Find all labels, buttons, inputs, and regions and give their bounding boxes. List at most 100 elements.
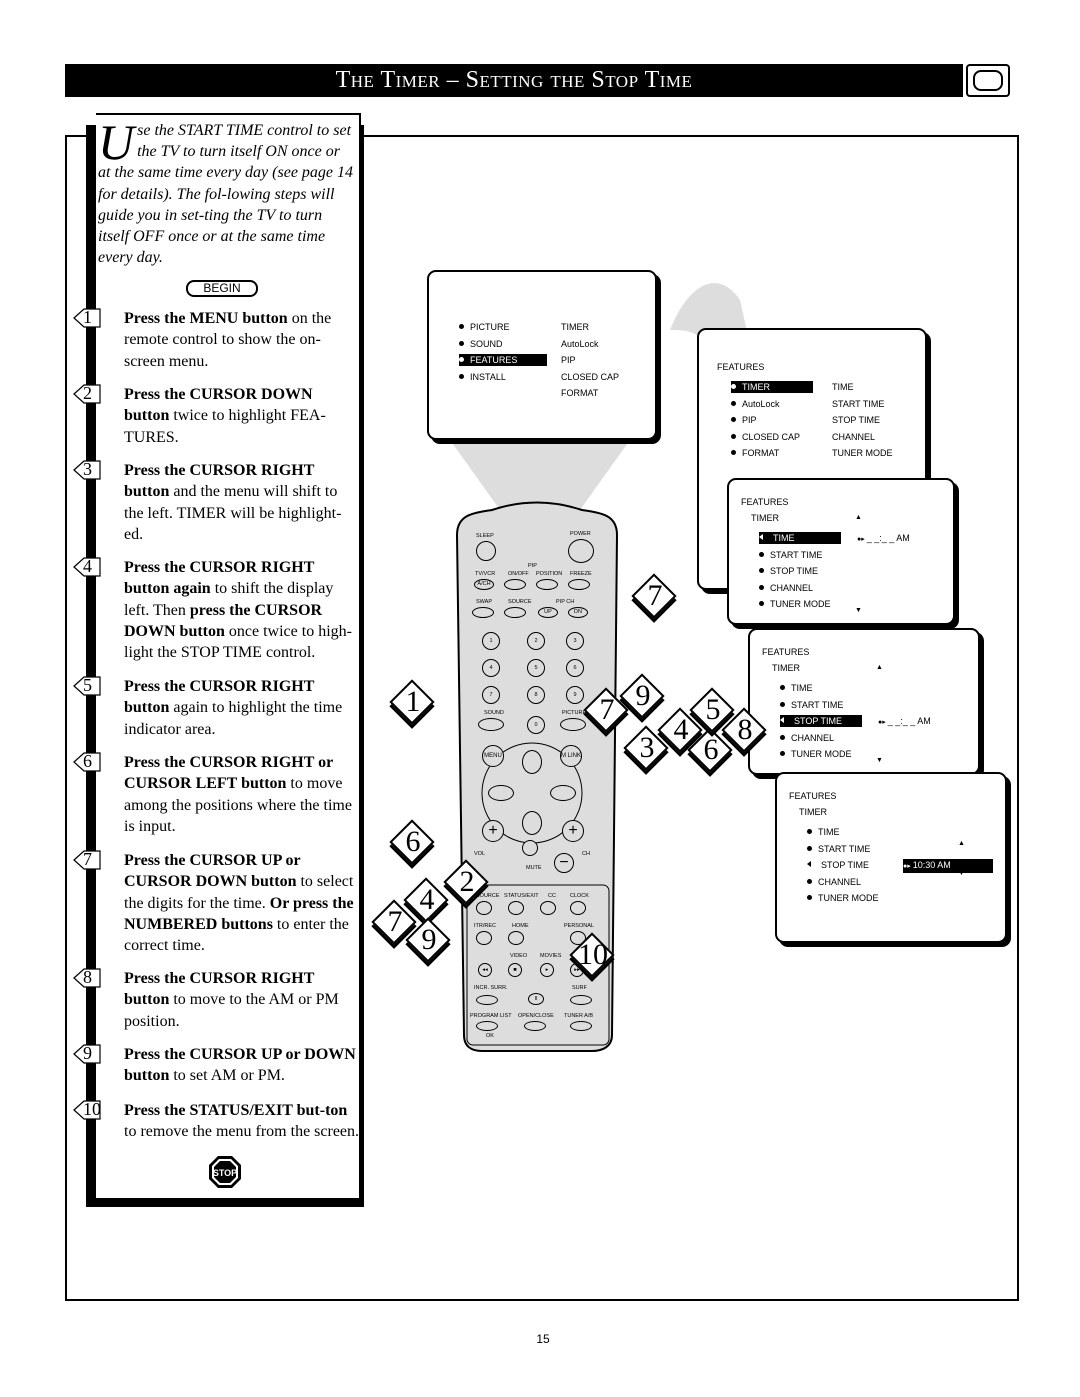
menu-item-start-time[interactable]: START TIME	[759, 549, 822, 561]
rewind-button[interactable]: ◂◂	[478, 963, 492, 977]
digit-5-button[interactable]: 5	[527, 659, 545, 677]
digit-3-button[interactable]: 3	[566, 632, 584, 650]
cursor-left-button[interactable]	[488, 785, 514, 801]
ch-up-button[interactable]: +	[562, 820, 584, 842]
bullet-icon	[731, 450, 736, 455]
remote-label-freeze: FREEZE	[570, 571, 592, 577]
surf-button[interactable]	[570, 995, 592, 1005]
incr-surr-button[interactable]	[476, 995, 498, 1005]
menu-item-stop-time[interactable]: STOP TIME	[759, 565, 818, 577]
ch-down-button[interactable]: −	[554, 853, 574, 873]
dot-arrow-icon: ●▸	[878, 719, 888, 726]
menu-item-autolock[interactable]: AutoLock	[731, 398, 780, 410]
digit-8-button[interactable]: 8	[527, 686, 545, 704]
menu-item-channel[interactable]: CHANNEL	[780, 732, 834, 744]
menu-item-start-time-label: START TIME	[770, 549, 823, 560]
menu-item-features[interactable]: FEATURES	[459, 354, 547, 366]
freeze-button[interactable]	[568, 579, 590, 590]
remote-label-vol: VOL	[474, 851, 486, 857]
step-callout: 8	[721, 707, 767, 753]
menu-item-time[interactable]: TIME	[807, 826, 840, 838]
tvvcr-button[interactable]: A/CH	[474, 579, 494, 590]
sound-button[interactable]	[478, 718, 504, 731]
pip-ch-up-button[interactable]: UP	[538, 607, 558, 618]
menu-item-tuner-mode[interactable]: TUNER MODE	[780, 748, 852, 760]
submenu-preview-item: AutoLock	[561, 338, 599, 349]
time-value[interactable]: ●▸ _ _:_ _ AM	[878, 715, 931, 729]
menu-item-stop-time-label: STOP TIME	[770, 566, 819, 576]
menu-item-tuner-mode[interactable]: TUNER MODE	[807, 892, 879, 904]
cc-button[interactable]	[540, 901, 556, 915]
digit-6-button[interactable]: 6	[566, 659, 584, 677]
menu-item-picture[interactable]: PICTURE	[459, 321, 510, 333]
status-exit-button[interactable]	[508, 901, 524, 915]
pip-onoff-button[interactable]	[504, 579, 526, 590]
down-arrow-icon: ▼	[855, 607, 862, 614]
menu-button[interactable]: MENU	[482, 745, 504, 767]
submenu-preview-item: STOP TIME	[832, 415, 881, 425]
menu-item-pip[interactable]: PIP	[731, 414, 757, 426]
time-value[interactable]: ●▸ _ _:_ _ AM	[857, 532, 910, 546]
timer2-menu: FEATURES TIMER TIME START TIME STOP TIME ●▸ _…	[748, 628, 980, 775]
pip-position-button[interactable]	[536, 579, 558, 590]
digit-0-button[interactable]: 0	[527, 716, 545, 734]
step-number: 4	[72, 556, 101, 578]
power-button[interactable]	[568, 539, 594, 563]
intro-body: se the START TIME control to set the TV …	[98, 122, 354, 267]
menu-item-timer[interactable]: TIMER	[731, 381, 813, 393]
menu-item-tuner-mode[interactable]: TUNER MODE	[759, 598, 831, 610]
step-9: 9 Press the CURSOR UP or DOWN button to s…	[73, 1043, 360, 1087]
digit-4-button[interactable]: 4	[482, 659, 500, 677]
pip-ch-down-button[interactable]: DN	[568, 607, 588, 618]
left-arrow-icon	[759, 534, 763, 540]
tuner-ab-button[interactable]	[570, 1021, 592, 1031]
menu-item-start-time[interactable]: START TIME	[780, 699, 843, 711]
clock-button[interactable]	[570, 901, 586, 915]
home-button[interactable]	[508, 931, 524, 945]
menu-item-closed-cap-label: CLOSED CAP	[742, 431, 801, 442]
time-value[interactable]: ●▸ 10:30 AM	[903, 859, 993, 873]
down-arrow-icon: ▼	[958, 870, 965, 877]
digit-9-button[interactable]: 9	[566, 686, 584, 704]
up-arrow-icon: ▲	[855, 514, 862, 521]
menu-item-closed-cap[interactable]: CLOSED CAP	[731, 431, 800, 443]
stop-icon: ■	[513, 967, 517, 973]
open-close-button[interactable]	[524, 1021, 546, 1031]
itr-rec-button[interactable]	[476, 931, 492, 945]
remote-label-ch: CH	[582, 851, 590, 857]
menu-item-stop-time[interactable]: STOP TIME	[807, 859, 869, 871]
step-number-text: 5	[83, 675, 92, 695]
step-detail: to remove the menu from the screen.	[124, 1123, 360, 1141]
mlink-button[interactable]: M LINK	[560, 745, 582, 767]
digit-7-button[interactable]: 7	[482, 686, 500, 704]
swap-button[interactable]	[472, 607, 494, 618]
menu-item-time-label: TIME	[818, 827, 840, 837]
menu-item-install[interactable]: INSTALL	[459, 371, 506, 383]
source-button[interactable]	[504, 607, 526, 618]
digit-2-button[interactable]: 2	[527, 632, 545, 650]
menu-item-time[interactable]: TIME	[759, 532, 841, 544]
menu-item-sound[interactable]: SOUND	[459, 338, 503, 350]
pause-button[interactable]: II	[528, 993, 544, 1005]
menu-item-time[interactable]: TIME	[780, 682, 813, 694]
digit-1-button[interactable]: 1	[482, 632, 500, 650]
cursor-right-button[interactable]	[550, 785, 576, 801]
up-arrow-icon: ▲	[958, 840, 965, 847]
bullet-icon	[459, 340, 464, 346]
menu-item-stop-time[interactable]: STOP TIME	[780, 715, 862, 727]
menu-item-format[interactable]: FORMAT	[731, 447, 779, 459]
mute-button[interactable]	[522, 840, 538, 856]
cursor-down-button[interactable]	[522, 811, 542, 835]
step-number: 1	[72, 307, 101, 329]
stop-button[interactable]: ■	[508, 963, 522, 977]
cursor-up-button[interactable]	[522, 750, 542, 774]
picture-button[interactable]	[560, 718, 586, 731]
menu-item-channel[interactable]: CHANNEL	[807, 876, 861, 888]
menu-item-channel[interactable]: CHANNEL	[759, 582, 813, 594]
menu-item-start-time[interactable]: START TIME	[807, 843, 870, 855]
ok-button[interactable]	[476, 1021, 498, 1031]
sleep-button[interactable]	[476, 541, 496, 561]
remote-label-source: SOURCE	[508, 599, 532, 605]
vol-up-button[interactable]: +	[482, 820, 504, 842]
play-button[interactable]: ▸	[540, 963, 554, 977]
